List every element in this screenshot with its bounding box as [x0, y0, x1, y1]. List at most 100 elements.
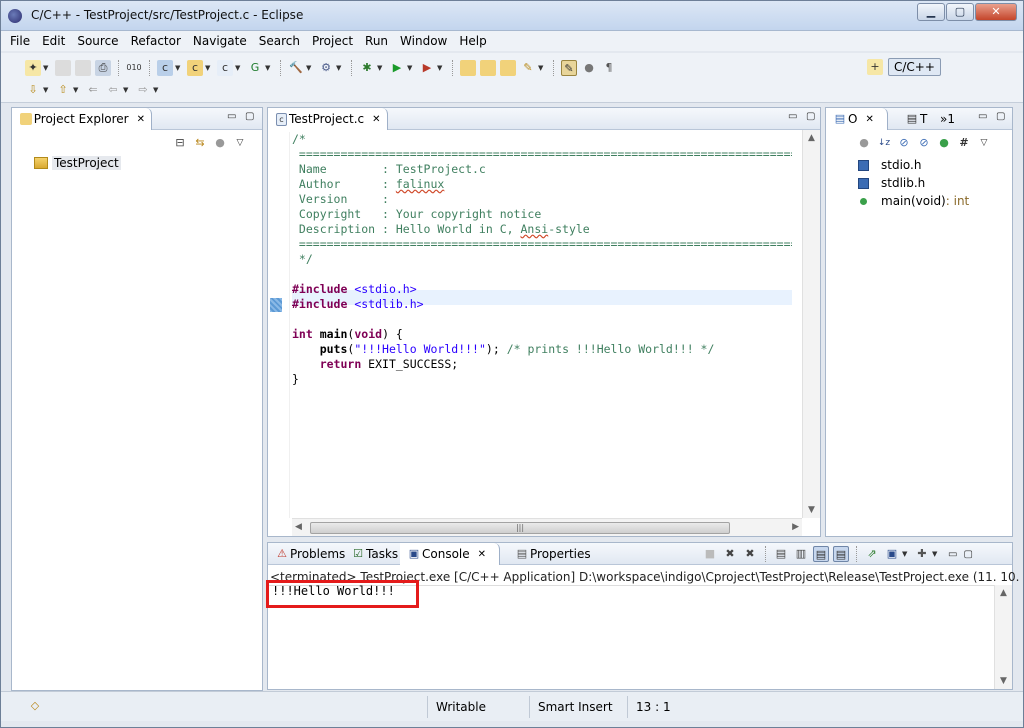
menu-search[interactable]: Search — [259, 34, 300, 48]
group-icon[interactable]: # — [956, 135, 972, 151]
menu-source[interactable]: Source — [77, 34, 118, 48]
new-file-icon[interactable]: c — [217, 60, 233, 76]
show-on-stderr-icon[interactable]: ▤ — [833, 546, 849, 562]
close-tab-icon[interactable]: ✕ — [478, 549, 486, 560]
view-menu-icon[interactable]: ▽ — [232, 135, 248, 151]
open-console-icon[interactable]: ✚ — [914, 546, 930, 562]
build-target-icon[interactable]: ⚙ — [318, 60, 334, 76]
remove-all-terminated-icon[interactable]: ✖ — [742, 546, 758, 562]
outline-item-stdio[interactable]: stdio.h — [858, 158, 921, 172]
open-element-icon[interactable] — [480, 60, 496, 76]
forward-icon[interactable]: ⇨ — [135, 82, 151, 98]
open-folder-icon[interactable] — [500, 60, 516, 76]
tab-console[interactable]: ▣ Console ✕ — [400, 543, 500, 565]
maximize-view-icon[interactable]: ▢ — [963, 549, 972, 560]
open-type-icon[interactable] — [460, 60, 476, 76]
console-vertical-scrollbar[interactable]: ▲ ▼ — [994, 585, 1012, 689]
toggle-block-icon[interactable]: ● — [581, 60, 597, 76]
minimize-view-icon[interactable]: ▭ — [978, 111, 987, 122]
maximize-view-icon[interactable]: ▢ — [996, 111, 1005, 122]
minimize-view-icon[interactable]: ▭ — [227, 111, 236, 122]
menu-file[interactable]: File — [10, 34, 30, 48]
menu-refactor[interactable]: Refactor — [131, 34, 181, 48]
scroll-left-icon[interactable]: ◀ — [295, 522, 302, 532]
menu-navigate[interactable]: Navigate — [193, 34, 247, 48]
close-tab-icon[interactable]: ✕ — [865, 114, 873, 125]
build-hammer-icon[interactable]: 🔨 — [288, 60, 304, 76]
editor-vertical-scrollbar[interactable]: ▲ ▼ — [802, 130, 820, 518]
collapse-all-icon[interactable]: ⊟ — [172, 135, 188, 151]
hide-macro-icon[interactable]: ● — [936, 135, 952, 151]
new-icon[interactable]: ✦ — [25, 60, 41, 76]
tab-outline[interactable]: ▤ O ✕ — [826, 108, 888, 130]
outline-item-main[interactable]: main(void) : int — [858, 194, 969, 208]
run-icon[interactable]: ▶ — [389, 60, 405, 76]
scroll-lock-icon[interactable]: ▥ — [793, 546, 809, 562]
back-icon[interactable]: ⇦ — [105, 82, 121, 98]
menu-project[interactable]: Project — [312, 34, 353, 48]
outline-item-stdlib[interactable]: stdlib.h — [858, 176, 925, 190]
minimize-button[interactable]: ▁ — [917, 3, 945, 21]
remove-launch-icon[interactable]: ✖ — [722, 546, 738, 562]
last-edit-icon[interactable]: ⇐ — [85, 82, 101, 98]
close-tab-icon[interactable]: ✕ — [137, 114, 145, 125]
show-on-stdout-icon[interactable]: ▤ — [813, 546, 829, 562]
perspective-c-button[interactable]: C/C++ — [888, 58, 941, 76]
tab-project-explorer[interactable]: Project Explorer ✕ — [12, 108, 152, 130]
debug-icon[interactable]: ✱ — [359, 60, 375, 76]
new-class-icon[interactable]: G — [247, 60, 263, 76]
link-with-editor-icon[interactable]: ⇆ — [192, 135, 208, 151]
display-console-icon[interactable]: ▣ — [884, 546, 900, 562]
maximize-view-icon[interactable]: ▢ — [806, 111, 815, 122]
scroll-right-icon[interactable]: ▶ — [792, 522, 799, 532]
eclipse-icon — [8, 9, 22, 23]
menu-edit[interactable]: Edit — [42, 34, 65, 48]
tab-properties[interactable]: ▤ Properties — [508, 543, 597, 565]
tab-testproject-c[interactable]: c TestProject.c ✕ — [268, 108, 388, 130]
maximize-view-icon[interactable]: ▢ — [245, 111, 254, 122]
tab-task-list[interactable]: ▤ T — [898, 108, 933, 130]
menu-window[interactable]: Window — [400, 34, 447, 48]
new-folder-icon[interactable]: c — [187, 60, 203, 76]
terminate-icon[interactable]: ■ — [702, 546, 718, 562]
scroll-up-icon[interactable]: ▲ — [1000, 588, 1007, 598]
close-button[interactable]: ✕ — [975, 3, 1017, 21]
fast-view-icon[interactable]: ◇ — [27, 698, 43, 714]
close-tab-icon[interactable]: ✕ — [372, 114, 380, 125]
menu-run[interactable]: Run — [365, 34, 388, 48]
clear-console-icon[interactable]: ▤ — [773, 546, 789, 562]
minimize-view-icon[interactable]: ▭ — [948, 549, 957, 560]
tab-problems[interactable]: ⚠ Problems — [268, 543, 351, 565]
filter-icon[interactable]: ● — [212, 135, 228, 151]
new-c-project-icon[interactable]: c — [157, 60, 173, 76]
scroll-up-icon[interactable]: ▲ — [808, 133, 815, 143]
editor-horizontal-scrollbar[interactable]: ◀ ||| ▶ — [292, 518, 802, 536]
toggle-mark-occurrences-icon[interactable]: ✎ — [561, 60, 577, 76]
hide-non-public-icon[interactable]: ⊘ — [916, 135, 932, 151]
minimize-view-icon[interactable]: ▭ — [788, 111, 797, 122]
scroll-thumb[interactable]: ||| — [310, 522, 730, 534]
sort-icon[interactable]: ↓z — [876, 135, 892, 151]
print-icon[interactable]: ⎙ — [95, 60, 111, 76]
view-menu-icon[interactable]: ▽ — [976, 135, 992, 151]
hide-static-icon[interactable]: ⊘ — [896, 135, 912, 151]
external-tools-icon[interactable]: ▶ — [419, 60, 435, 76]
scroll-down-icon[interactable]: ▼ — [808, 505, 815, 515]
scroll-down-icon[interactable]: ▼ — [1000, 676, 1007, 686]
build-binary-icon[interactable]: 010 — [126, 60, 142, 76]
pin-console-icon[interactable]: ⇗ — [864, 546, 880, 562]
tab-overflow[interactable]: »1 — [934, 108, 961, 130]
search-torch-icon[interactable]: ✎ — [520, 60, 536, 76]
tree-item-testproject[interactable]: TestProject — [34, 156, 121, 170]
hide-fields-icon[interactable]: ● — [856, 135, 872, 151]
tab-tasks[interactable]: ☑ Tasks — [344, 543, 404, 565]
code-area[interactable]: /* =====================================… — [292, 132, 792, 518]
save-icon[interactable] — [55, 60, 71, 76]
next-annotation-icon[interactable]: ⇩ — [25, 82, 41, 98]
previous-annotation-icon[interactable]: ⇧ — [55, 82, 71, 98]
maximize-button[interactable]: ▢ — [946, 3, 974, 21]
open-perspective-icon[interactable]: + — [867, 59, 883, 75]
menu-help[interactable]: Help — [459, 34, 486, 48]
show-whitespace-icon[interactable]: ¶ — [601, 60, 617, 76]
save-all-icon[interactable] — [75, 60, 91, 76]
